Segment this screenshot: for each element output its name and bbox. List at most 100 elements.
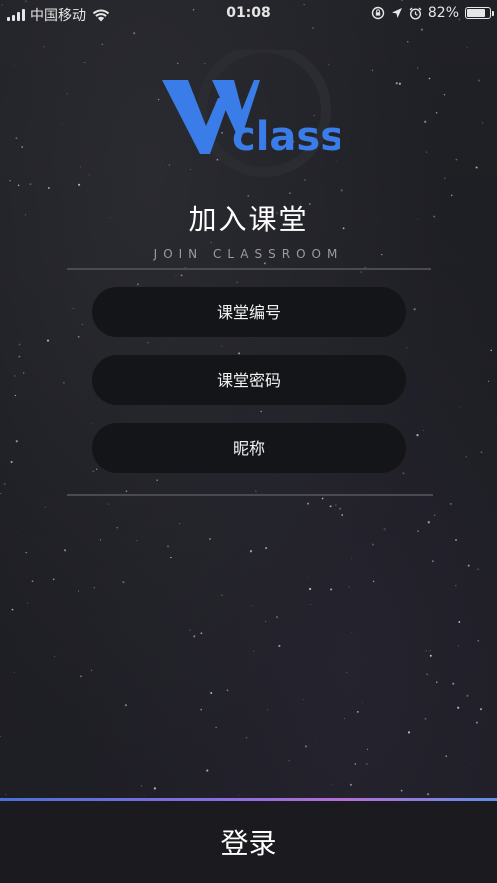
nickname-input[interactable]: [92, 423, 406, 473]
star: [310, 604, 311, 605]
star: [88, 174, 90, 176]
star: [481, 121, 484, 124]
page-subtitle: JOIN CLASSROOM: [153, 247, 344, 261]
star: [477, 568, 479, 571]
room-number-input[interactable]: [92, 287, 406, 337]
star: [459, 406, 461, 408]
star: [124, 704, 127, 707]
star: [488, 380, 490, 382]
star: [395, 82, 398, 85]
star: [276, 475, 278, 476]
star: [471, 763, 472, 765]
star: [490, 349, 492, 352]
star: [454, 584, 457, 587]
page-title: 加入课堂: [188, 203, 309, 236]
star: [99, 539, 102, 541]
star: [435, 112, 438, 114]
star: [307, 502, 310, 505]
star: [431, 560, 434, 563]
login-button[interactable]: 登录: [0, 801, 497, 883]
star: [417, 67, 419, 69]
room-password-input[interactable]: [92, 355, 406, 405]
star: [166, 545, 170, 548]
star: [306, 576, 308, 578]
star: [18, 108, 19, 110]
wclass-logo: class: [162, 50, 340, 177]
star: [144, 795, 145, 797]
star: [206, 769, 209, 772]
star: [221, 345, 223, 347]
star: [339, 507, 342, 510]
star: [193, 635, 196, 638]
star: [351, 558, 353, 559]
location-icon: [391, 8, 402, 18]
star: [362, 701, 363, 703]
star: [265, 547, 268, 550]
star: [413, 308, 416, 311]
star: [383, 528, 386, 531]
star: [140, 785, 142, 787]
star: [31, 580, 34, 583]
star: [312, 27, 314, 29]
star: [14, 394, 17, 397]
star: [443, 93, 446, 96]
star: [54, 656, 56, 658]
star: [63, 549, 67, 552]
star: [14, 375, 16, 377]
star: [136, 283, 139, 286]
star: [175, 275, 177, 277]
star: [46, 339, 50, 342]
star: [79, 166, 81, 168]
star: [13, 672, 15, 673]
star: [400, 789, 403, 792]
star: [18, 343, 21, 346]
star: [458, 621, 461, 623]
star: [406, 347, 408, 349]
star: [63, 382, 65, 384]
star: [156, 479, 159, 482]
star: [354, 763, 357, 765]
top-divider: [67, 268, 431, 270]
star: [416, 433, 419, 437]
star: [452, 682, 455, 685]
logo-text: class: [232, 114, 340, 160]
star: [11, 608, 14, 611]
star: [417, 530, 419, 532]
star: [467, 564, 470, 567]
battery-fill: [467, 9, 486, 17]
star: [226, 689, 229, 692]
star: [260, 410, 263, 413]
star: [457, 706, 460, 709]
star: [5, 794, 7, 796]
star: [210, 691, 213, 695]
star: [253, 650, 255, 652]
star: [221, 594, 223, 597]
star: [347, 139, 349, 141]
star: [43, 46, 46, 48]
star: [17, 184, 20, 186]
star: [429, 650, 431, 652]
star: [80, 675, 82, 678]
star: [15, 137, 18, 140]
status-bar: 中国移动 01:08 82%: [0, 0, 497, 26]
star: [215, 726, 217, 729]
star: [78, 183, 81, 186]
star: [153, 787, 157, 790]
star: [179, 523, 181, 525]
star: [302, 698, 304, 700]
star: [77, 335, 80, 338]
star: [465, 455, 468, 458]
star: [398, 82, 402, 85]
star: [209, 538, 211, 540]
star: [77, 590, 80, 592]
star: [426, 793, 430, 796]
star: [95, 468, 98, 470]
star: [356, 711, 359, 713]
star: [381, 762, 383, 764]
star: [365, 763, 368, 766]
star: [351, 632, 353, 633]
star: [407, 41, 409, 43]
star: [395, 662, 396, 664]
status-bar-right: 82%: [371, 5, 494, 21]
star: [238, 794, 240, 796]
